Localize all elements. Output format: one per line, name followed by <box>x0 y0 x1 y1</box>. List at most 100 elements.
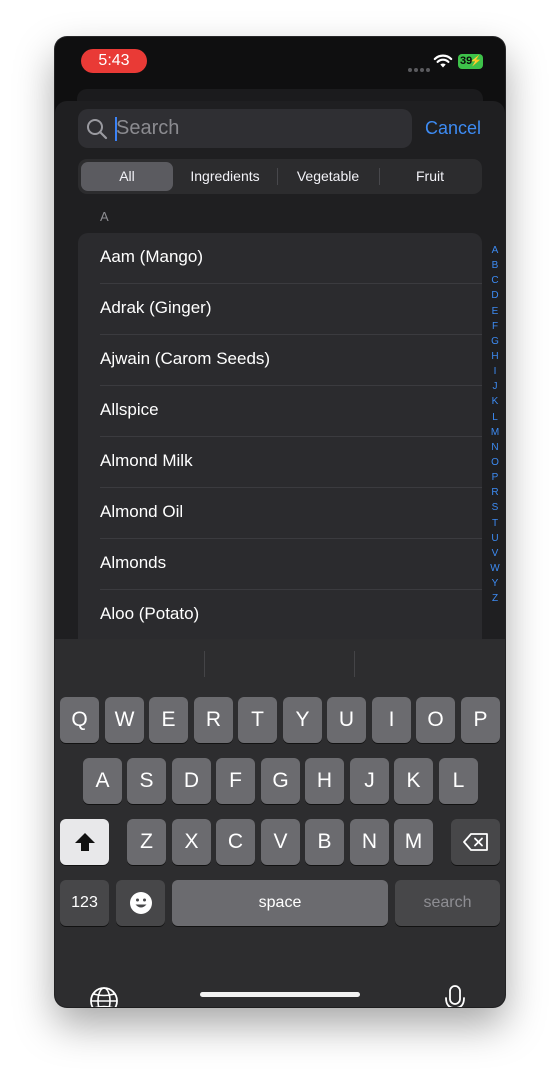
index-letter[interactable]: O <box>485 455 505 470</box>
key-g[interactable]: G <box>261 758 300 804</box>
list-item[interactable]: Ajwain (Carom Seeds) <box>78 335 482 386</box>
numbers-key[interactable]: 123 <box>60 880 109 926</box>
list-item-label: Ajwain (Carom Seeds) <box>100 349 271 368</box>
key-q[interactable]: Q <box>60 697 99 743</box>
index-letter[interactable]: W <box>485 561 505 576</box>
list-item[interactable]: Almond Milk <box>78 437 482 488</box>
suggestion-bar <box>55 639 505 689</box>
mic-icon[interactable] <box>443 984 467 1007</box>
key-j[interactable]: J <box>350 758 389 804</box>
index-letter[interactable]: Z <box>485 591 505 606</box>
key-s[interactable]: S <box>127 758 166 804</box>
key-l[interactable]: L <box>439 758 478 804</box>
section-index-bar[interactable]: A B C D E F G H I J K L M N O P R S T U … <box>485 243 505 606</box>
key-i[interactable]: I <box>372 697 411 743</box>
key-r[interactable]: R <box>194 697 233 743</box>
suggestion-divider <box>354 651 355 677</box>
phone-screen: 5:43 39 ⚡ Cancel All Ingredients Vegetab <box>55 37 505 1007</box>
key-m[interactable]: M <box>394 819 433 865</box>
key-h[interactable]: H <box>305 758 344 804</box>
key-t[interactable]: T <box>238 697 277 743</box>
list-item-label: Adrak (Ginger) <box>100 298 212 317</box>
segment-divider <box>277 168 278 185</box>
status-time: 5:43 <box>81 49 147 73</box>
suggestion-divider <box>204 651 205 677</box>
list-item[interactable]: Aloo (Potato) <box>78 590 482 641</box>
key-z[interactable]: Z <box>127 819 166 865</box>
key-o[interactable]: O <box>416 697 455 743</box>
list-item-label: Almond Milk <box>100 451 193 470</box>
globe-icon[interactable] <box>89 986 119 1007</box>
index-letter[interactable]: J <box>485 379 505 394</box>
key-f[interactable]: F <box>216 758 255 804</box>
keyboard: Q W E R T Y U I O P A S D F G H J K L Z … <box>55 639 505 1007</box>
key-v[interactable]: V <box>261 819 300 865</box>
index-letter[interactable]: F <box>485 319 505 334</box>
key-e[interactable]: E <box>149 697 188 743</box>
list-item[interactable]: Adrak (Ginger) <box>78 284 482 335</box>
index-letter[interactable]: D <box>485 288 505 303</box>
index-letter[interactable]: G <box>485 334 505 349</box>
shift-icon <box>74 833 95 851</box>
index-letter[interactable]: U <box>485 531 505 546</box>
search-input[interactable] <box>116 109 401 148</box>
index-letter[interactable]: B <box>485 258 505 273</box>
list-item[interactable]: Aam (Mango) <box>78 233 482 284</box>
wifi-icon <box>433 54 453 68</box>
ingredient-list: Aam (Mango) Adrak (Ginger) Ajwain (Carom… <box>78 233 482 653</box>
search-icon <box>87 119 108 140</box>
key-p[interactable]: P <box>461 697 500 743</box>
segment-all[interactable]: All <box>81 162 173 191</box>
home-indicator[interactable] <box>200 992 360 997</box>
cellular-signal-icon <box>408 59 434 72</box>
list-item[interactable]: Almond Oil <box>78 488 482 539</box>
list-item-label: Allspice <box>100 400 159 419</box>
index-letter[interactable]: S <box>485 500 505 515</box>
space-key[interactable]: space <box>172 880 388 926</box>
category-segmented-control: All Ingredients Vegetable Fruit <box>78 159 482 194</box>
list-item-label: Almond Oil <box>100 502 184 521</box>
key-c[interactable]: C <box>216 819 255 865</box>
search-key[interactable]: search <box>395 880 500 926</box>
index-letter[interactable]: Y <box>485 576 505 591</box>
segment-fruit[interactable]: Fruit <box>381 162 479 191</box>
list-item[interactable]: Allspice <box>78 386 482 437</box>
index-letter[interactable]: R <box>485 485 505 500</box>
section-header: A <box>100 209 109 224</box>
index-letter[interactable]: T <box>485 516 505 531</box>
list-item-label: Aam (Mango) <box>100 247 203 266</box>
delete-key[interactable] <box>451 819 500 865</box>
delete-icon <box>462 833 488 851</box>
key-y[interactable]: Y <box>283 697 322 743</box>
index-letter[interactable]: P <box>485 470 505 485</box>
key-w[interactable]: W <box>105 697 144 743</box>
emoji-icon <box>129 892 152 914</box>
index-letter[interactable]: I <box>485 364 505 379</box>
index-letter[interactable]: E <box>485 304 505 319</box>
index-letter[interactable]: C <box>485 273 505 288</box>
segment-ingredients[interactable]: Ingredients <box>175 162 275 191</box>
index-letter[interactable]: N <box>485 440 505 455</box>
index-letter[interactable]: A <box>485 243 505 258</box>
index-letter[interactable]: M <box>485 425 505 440</box>
shift-key[interactable] <box>60 819 109 865</box>
key-d[interactable]: D <box>172 758 211 804</box>
list-item[interactable]: Almonds <box>78 539 482 590</box>
search-field[interactable] <box>78 109 412 148</box>
key-b[interactable]: B <box>305 819 344 865</box>
list-item-label: Almonds <box>100 553 167 572</box>
key-x[interactable]: X <box>172 819 211 865</box>
key-n[interactable]: N <box>350 819 389 865</box>
index-letter[interactable]: H <box>485 349 505 364</box>
battery-indicator: 39 ⚡ <box>458 54 483 69</box>
segment-vegetable[interactable]: Vegetable <box>279 162 377 191</box>
key-u[interactable]: U <box>327 697 366 743</box>
index-letter[interactable]: V <box>485 546 505 561</box>
emoji-key[interactable] <box>116 880 165 926</box>
index-letter[interactable]: L <box>485 410 505 425</box>
key-k[interactable]: K <box>394 758 433 804</box>
index-letter[interactable]: K <box>485 394 505 409</box>
cancel-button[interactable]: Cancel <box>425 109 481 148</box>
segment-divider <box>379 168 380 185</box>
key-a[interactable]: A <box>83 758 122 804</box>
